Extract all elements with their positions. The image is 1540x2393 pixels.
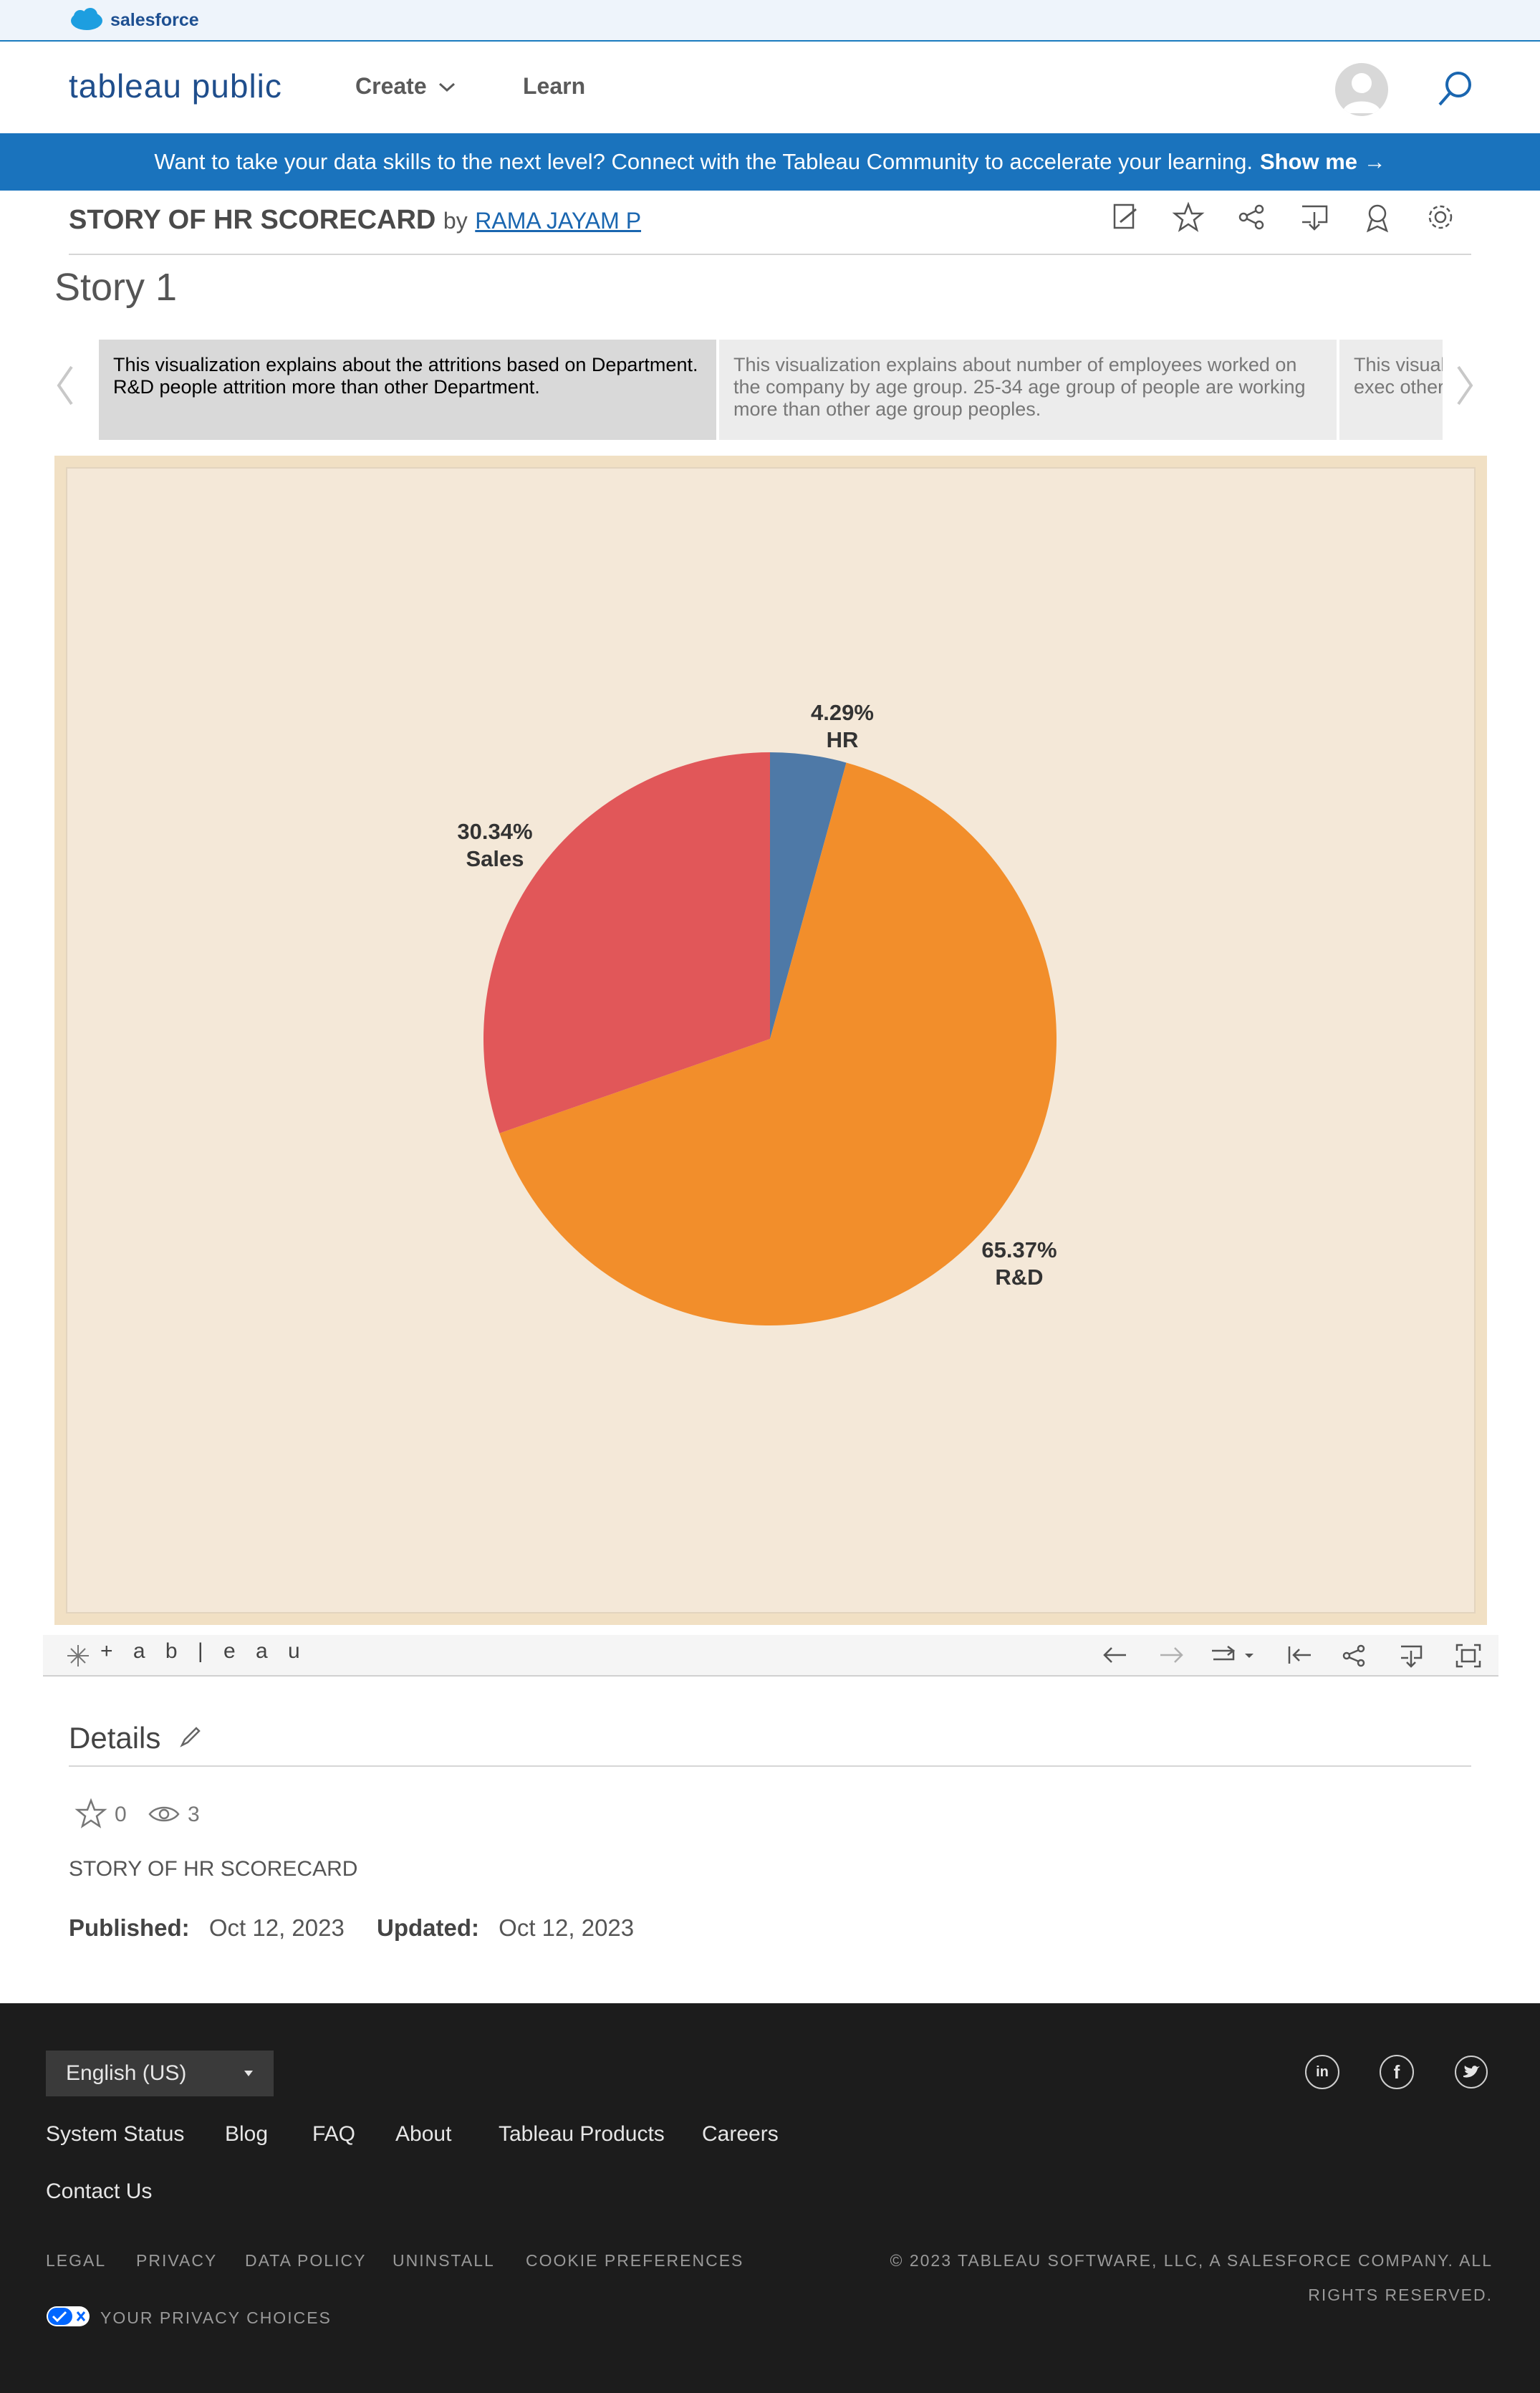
viz-download-icon[interactable] bbox=[1398, 1644, 1424, 1668]
language-value: English (US) bbox=[66, 2061, 187, 2085]
pie-label-hr: 4.29% HR bbox=[799, 699, 885, 754]
footer-link-tableau-products[interactable]: Tableau Products bbox=[499, 2122, 665, 2147]
details-title-text: Details bbox=[69, 1721, 161, 1755]
caret-down-icon bbox=[244, 2071, 253, 2076]
language-select[interactable]: English (US) bbox=[46, 2051, 274, 2096]
footer-copyright-line1: © 2023 TABLEAU SOFTWARE, LLC, A SALESFOR… bbox=[890, 2251, 1493, 2270]
footer-link-about[interactable]: About bbox=[395, 2122, 451, 2147]
pie-label-rd-name: R&D bbox=[995, 1265, 1044, 1290]
pie-chart bbox=[483, 752, 1057, 1325]
favorites-star-icon[interactable] bbox=[74, 1798, 107, 1830]
facebook-icon[interactable]: f bbox=[1380, 2055, 1414, 2089]
updated-label: Updated: bbox=[377, 1914, 479, 1941]
footer-cookie-preferences-link[interactable]: COOKIE PREFERENCES bbox=[526, 2251, 743, 2270]
revert-to-start-icon[interactable] bbox=[1285, 1644, 1314, 1667]
pie-label-rd-value: 65.37% bbox=[981, 1237, 1057, 1262]
footer-link-system-status[interactable]: System Status bbox=[46, 2122, 184, 2147]
footer-link-faq[interactable]: FAQ bbox=[312, 2122, 355, 2147]
details-title: Details bbox=[69, 1721, 202, 1755]
pie-label-rd: 65.37% R&D bbox=[966, 1237, 1073, 1291]
tableau-mark-icon[interactable] bbox=[66, 1644, 90, 1668]
updated-date: Oct 12, 2023 bbox=[499, 1914, 635, 1941]
views-count: 3 bbox=[188, 1803, 200, 1826]
pie-label-sales: 30.34% Sales bbox=[441, 818, 549, 873]
footer-link-blog[interactable]: Blog bbox=[225, 2122, 268, 2147]
published-info: Published: Oct 12, 2023 bbox=[69, 1914, 345, 1942]
footer-link-contact-us[interactable]: Contact Us bbox=[46, 2179, 152, 2204]
pie-label-sales-value: 30.34% bbox=[457, 819, 533, 844]
footer-legal-link[interactable]: LEGAL bbox=[46, 2251, 106, 2270]
pie-label-sales-name: Sales bbox=[466, 846, 524, 871]
updated-info: Updated: Oct 12, 2023 bbox=[377, 1914, 634, 1942]
footer-privacy-link[interactable]: PRIVACY bbox=[136, 2251, 217, 2270]
details-header: Details bbox=[69, 1721, 1471, 1767]
favorites-count: 0 bbox=[115, 1803, 127, 1826]
fullscreen-icon[interactable] bbox=[1455, 1644, 1481, 1668]
tableau-wordmark[interactable]: + a b | e a u bbox=[100, 1639, 307, 1664]
revert-dropdown-icon[interactable] bbox=[1208, 1644, 1258, 1667]
pie-label-hr-name: HR bbox=[826, 727, 859, 752]
redo-arrow-icon[interactable] bbox=[1158, 1644, 1186, 1667]
viz-description: STORY OF HR SCORECARD bbox=[69, 1857, 358, 1881]
linkedin-icon[interactable]: in bbox=[1305, 2055, 1339, 2089]
viz-share-icon[interactable] bbox=[1341, 1644, 1367, 1668]
footer-data-policy-link[interactable]: DATA POLICY bbox=[245, 2251, 366, 2270]
pie-label-hr-value: 4.29% bbox=[811, 700, 874, 725]
undo-arrow-icon[interactable] bbox=[1100, 1644, 1129, 1667]
published-date: Oct 12, 2023 bbox=[208, 1914, 345, 1941]
footer-uninstall-link[interactable]: UNINSTALL bbox=[393, 2251, 495, 2270]
privacy-choices-toggle-icon[interactable] bbox=[46, 2306, 90, 2327]
views-eye-icon bbox=[148, 1806, 180, 1822]
footer-copyright-line2: RIGHTS RESERVED. bbox=[1308, 2286, 1493, 2304]
published-label: Published: bbox=[69, 1914, 190, 1941]
footer-link-careers[interactable]: Careers bbox=[702, 2122, 779, 2147]
privacy-choices-link[interactable]: YOUR PRIVACY CHOICES bbox=[100, 2308, 332, 2328]
edit-pencil-icon[interactable] bbox=[179, 1725, 202, 1748]
twitter-icon[interactable] bbox=[1454, 2055, 1488, 2089]
